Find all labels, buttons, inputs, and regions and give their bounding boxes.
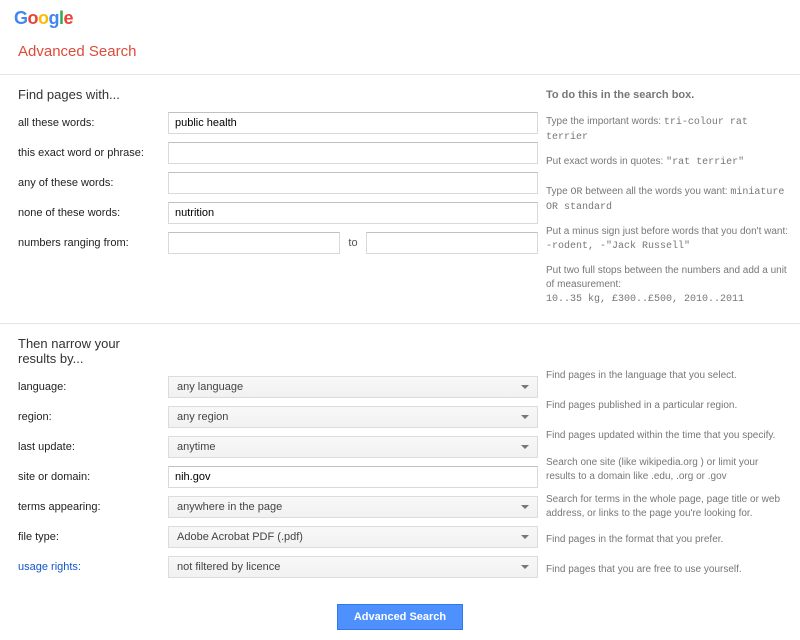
terms-label: terms appearing: bbox=[18, 501, 168, 513]
tip-exact: Put exact words in quotes: "rat terrier" bbox=[546, 155, 790, 175]
none-words-label: none of these words: bbox=[18, 207, 168, 219]
language-select[interactable]: any language bbox=[168, 376, 538, 398]
tip-filetype: Find pages in the format that you prefer… bbox=[546, 530, 790, 550]
any-words-input[interactable] bbox=[168, 172, 538, 194]
all-words-input[interactable] bbox=[168, 112, 538, 134]
chevron-down-icon bbox=[521, 415, 529, 419]
usage-rights-label[interactable]: usage rights: bbox=[18, 561, 168, 573]
site-label: site or domain: bbox=[18, 471, 168, 483]
tip-any: Type OR between all the words you want: … bbox=[546, 185, 790, 215]
chevron-down-icon bbox=[521, 385, 529, 389]
last-update-select[interactable]: anytime bbox=[168, 436, 538, 458]
range-from-input[interactable] bbox=[168, 232, 340, 254]
filetype-select[interactable]: Adobe Acrobat PDF (.pdf) bbox=[168, 526, 538, 548]
last-update-label: last update: bbox=[18, 441, 168, 453]
google-logo[interactable]: Google bbox=[14, 8, 73, 28]
usage-rights-select[interactable]: not filtered by licence bbox=[168, 556, 538, 578]
none-words-input[interactable] bbox=[168, 202, 538, 224]
chevron-down-icon bbox=[521, 565, 529, 569]
site-input[interactable] bbox=[168, 466, 538, 488]
filetype-label: file type: bbox=[18, 531, 168, 543]
tip-none: Put a minus sign just before words that … bbox=[546, 225, 790, 254]
help-heading: To do this in the search box. bbox=[546, 89, 790, 101]
chevron-down-icon bbox=[521, 535, 529, 539]
all-words-label: all these words: bbox=[18, 117, 168, 129]
terms-select[interactable]: anywhere in the page bbox=[168, 496, 538, 518]
tip-language: Find pages in the language that you sele… bbox=[546, 366, 790, 386]
exact-phrase-input[interactable] bbox=[168, 142, 538, 164]
chevron-down-icon bbox=[521, 505, 529, 509]
narrow-heading: Then narrow your results by... bbox=[18, 336, 158, 366]
range-label: numbers ranging from: bbox=[18, 237, 168, 249]
tip-rights: Find pages that you are free to use your… bbox=[546, 560, 790, 580]
any-words-label: any of these words: bbox=[18, 177, 168, 189]
region-select[interactable]: any region bbox=[168, 406, 538, 428]
language-label: language: bbox=[18, 381, 168, 393]
range-to-label: to bbox=[346, 237, 359, 249]
tip-region: Find pages published in a particular reg… bbox=[546, 396, 790, 416]
region-label: region: bbox=[18, 411, 168, 423]
exact-phrase-label: this exact word or phrase: bbox=[18, 147, 168, 159]
page-title: Advanced Search bbox=[0, 29, 800, 74]
tip-terms: Search for terms in the whole page, page… bbox=[546, 493, 790, 520]
advanced-search-button[interactable]: Advanced Search bbox=[337, 604, 463, 630]
tip-site: Search one site (like wikipedia.org ) or… bbox=[546, 456, 790, 483]
range-to-input[interactable] bbox=[366, 232, 538, 254]
tip-all-words: Type the important words: tri-colour rat… bbox=[546, 115, 790, 145]
tip-range: Put two full stops between the numbers a… bbox=[546, 264, 790, 307]
find-heading: Find pages with... bbox=[18, 87, 538, 102]
tip-last-update: Find pages updated within the time that … bbox=[546, 426, 790, 446]
chevron-down-icon bbox=[521, 445, 529, 449]
header: Google bbox=[0, 0, 800, 29]
